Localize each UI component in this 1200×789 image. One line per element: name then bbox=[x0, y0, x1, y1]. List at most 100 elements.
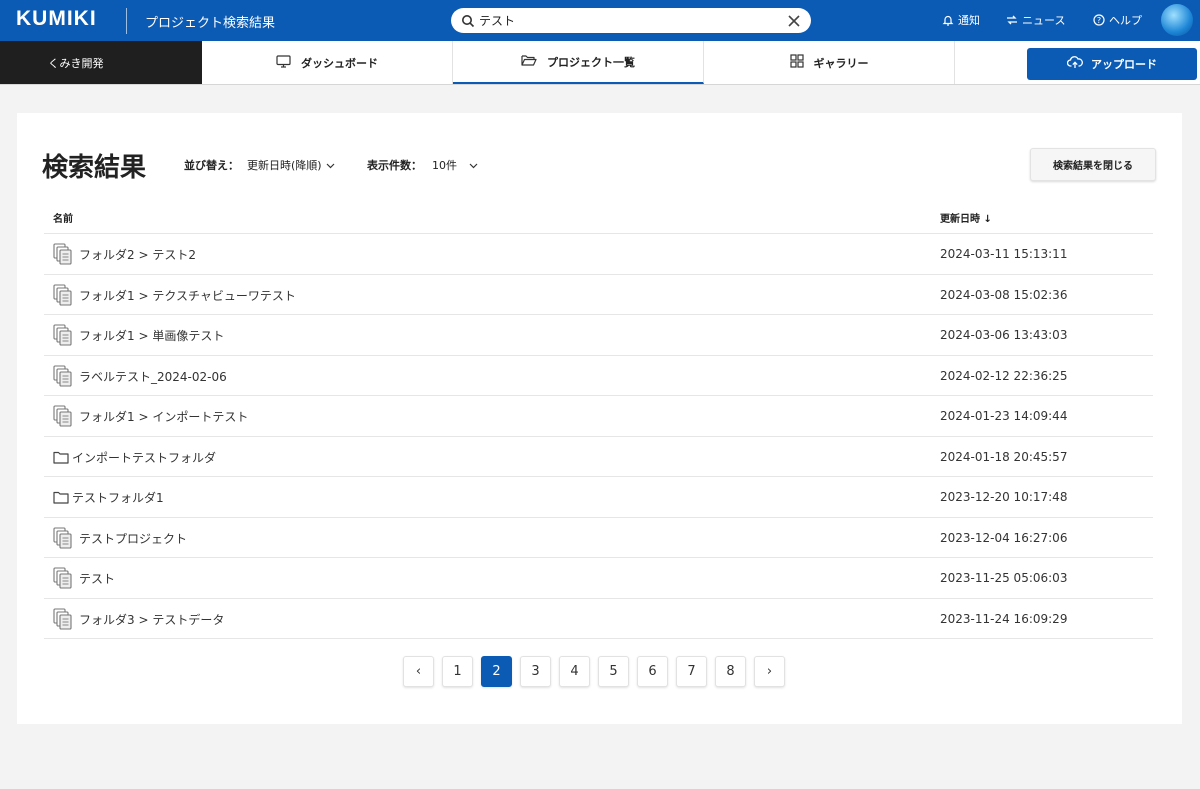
row-name[interactable]: フォルダ1 > 単画像テスト bbox=[79, 327, 224, 344]
table-row[interactable]: フォルダ3 > テストデータ 2023-11-24 16:09:29 bbox=[44, 599, 1153, 639]
row-updated-date: 2024-03-06 13:43:03 bbox=[940, 328, 1068, 342]
search-icon bbox=[461, 13, 475, 32]
search-input[interactable] bbox=[479, 11, 779, 30]
project-icon bbox=[53, 364, 73, 390]
table-row[interactable]: フォルダ1 > テクスチャビューワテスト 2024-03-08 15:02:36 bbox=[44, 275, 1153, 315]
folder-icon bbox=[53, 491, 69, 507]
table-row[interactable]: インポートテストフォルダ 2024-01-18 20:45:57 bbox=[44, 437, 1153, 477]
page-button[interactable]: 8 bbox=[715, 656, 746, 687]
row-name[interactable]: インポートテストフォルダ bbox=[72, 449, 216, 466]
row-updated-date: 2023-11-24 16:09:29 bbox=[940, 611, 1068, 626]
tab-project-list[interactable]: プロジェクト一覧 bbox=[453, 41, 704, 84]
row-updated-date: 2024-03-11 15:13:11 bbox=[940, 247, 1068, 261]
table-row[interactable]: フォルダ1 > インポートテスト 2024-01-23 14:09:44 bbox=[44, 396, 1153, 437]
help-icon: ? bbox=[1093, 14, 1105, 26]
project-icon bbox=[53, 405, 73, 430]
row-name[interactable]: テスト bbox=[79, 570, 115, 587]
svg-text:?: ? bbox=[1097, 16, 1101, 25]
bell-icon bbox=[942, 14, 954, 26]
prev-page-button[interactable]: ‹ bbox=[403, 656, 434, 687]
project-icon bbox=[53, 607, 73, 633]
tab-project-list-label: プロジェクト一覧 bbox=[547, 55, 635, 69]
top-header: KUMIKI プロジェクト検索結果 通知 ニュース ? ヘルプ bbox=[0, 0, 1200, 41]
tab-gallery[interactable]: ギャラリー bbox=[704, 41, 955, 84]
row-name[interactable]: フォルダ1 > テクスチャビューワテスト bbox=[79, 287, 296, 304]
page-button[interactable]: 1 bbox=[442, 656, 473, 687]
row-updated-date: 2024-01-18 20:45:57 bbox=[940, 449, 1068, 464]
project-icon bbox=[53, 324, 73, 349]
chevron-down-icon bbox=[469, 159, 478, 172]
project-icon bbox=[53, 243, 73, 268]
tab-dashboard[interactable]: ダッシュボード bbox=[202, 41, 453, 84]
notifications-link[interactable]: 通知 bbox=[942, 12, 980, 28]
cloud-upload-icon bbox=[1066, 56, 1083, 72]
clear-search-icon[interactable] bbox=[787, 13, 801, 32]
count-dropdown[interactable]: 表示件数： 10件 bbox=[367, 157, 478, 173]
news-link[interactable]: ニュース bbox=[1006, 12, 1065, 28]
notifications-label: 通知 bbox=[958, 14, 980, 27]
help-label: ヘルプ bbox=[1109, 14, 1142, 27]
row-updated-date: 2024-02-12 22:36:25 bbox=[940, 368, 1068, 383]
tab-gallery-label: ギャラリー bbox=[813, 56, 869, 70]
org-name[interactable]: くみき開発 bbox=[0, 41, 202, 84]
folder-open-icon bbox=[521, 54, 537, 70]
table-row[interactable]: ラベルテスト_2024-02-06 2024-02-12 22:36:25 bbox=[44, 356, 1153, 396]
count-label: 表示件数： bbox=[367, 159, 422, 172]
page-numbers: 12345678 bbox=[442, 656, 746, 687]
project-icon bbox=[53, 567, 73, 592]
row-name[interactable]: テストフォルダ1 bbox=[72, 489, 164, 506]
page-button[interactable]: 5 bbox=[598, 656, 629, 687]
table-body: フォルダ2 > テスト2 2024-03-11 15:13:11 フォルダ1 > テ… bbox=[44, 234, 1153, 639]
app-logo[interactable]: KUMIKI bbox=[16, 7, 97, 31]
upload-label: アップロード bbox=[1091, 58, 1157, 71]
search-box bbox=[451, 8, 811, 33]
next-page-button[interactable]: › bbox=[754, 656, 785, 687]
page-button[interactable]: 2 bbox=[481, 656, 512, 687]
project-icon bbox=[53, 283, 73, 309]
chevron-down-icon bbox=[326, 159, 335, 172]
page-button[interactable]: 6 bbox=[637, 656, 668, 687]
sort-value: 更新日時(降順) bbox=[247, 159, 322, 172]
row-updated-date: 2023-12-04 16:27:06 bbox=[940, 530, 1068, 545]
row-name[interactable]: フォルダ2 > テスト2 bbox=[79, 246, 196, 263]
table-row[interactable]: テストプロジェクト 2023-12-04 16:27:06 bbox=[44, 518, 1153, 558]
row-updated-date: 2024-03-08 15:02:36 bbox=[940, 287, 1068, 302]
grid-icon bbox=[789, 54, 804, 71]
pagination: ‹ 12345678 › bbox=[403, 656, 785, 687]
row-name[interactable]: テストプロジェクト bbox=[79, 530, 187, 547]
column-updated[interactable]: 更新日時 ↓ bbox=[940, 210, 992, 225]
row-name[interactable]: フォルダ1 > インポートテスト bbox=[79, 408, 248, 425]
row-name[interactable]: ラベルテスト_2024-02-06 bbox=[79, 368, 227, 385]
monitor-icon bbox=[276, 54, 291, 71]
results-table: 名前 更新日時 ↓ フォルダ2 > テスト2 2024-03-11 15:13:1… bbox=[44, 200, 1153, 639]
column-name[interactable]: 名前 bbox=[53, 210, 73, 225]
row-updated-date: 2023-12-20 10:17:48 bbox=[940, 490, 1068, 504]
sort-label: 並び替え： bbox=[184, 159, 239, 172]
folder-icon bbox=[53, 451, 69, 467]
count-value: 10件 bbox=[432, 159, 457, 172]
table-row[interactable]: テスト 2023-11-25 05:06:03 bbox=[44, 558, 1153, 599]
search-results-card: 検索結果 並び替え： 更新日時(降順) 表示件数： 10件 検索結果を閉じる 名… bbox=[17, 113, 1182, 724]
row-updated-date: 2024-01-23 14:09:44 bbox=[940, 409, 1068, 423]
row-updated-date: 2023-11-25 05:06:03 bbox=[940, 571, 1068, 585]
sort-dropdown[interactable]: 並び替え： 更新日時(降順) bbox=[184, 157, 335, 173]
page-button[interactable]: 3 bbox=[520, 656, 551, 687]
upload-button[interactable]: アップロード bbox=[1027, 48, 1197, 80]
page-title: プロジェクト検索結果 bbox=[145, 16, 276, 31]
help-link[interactable]: ? ヘルプ bbox=[1093, 12, 1142, 28]
table-row[interactable]: フォルダ2 > テスト2 2024-03-11 15:13:11 bbox=[44, 234, 1153, 275]
table-row[interactable]: テストフォルダ1 2023-12-20 10:17:48 bbox=[44, 477, 1153, 518]
tab-dashboard-label: ダッシュボード bbox=[301, 56, 378, 70]
table-header: 名前 更新日時 ↓ bbox=[44, 200, 1153, 234]
news-icon bbox=[1006, 14, 1018, 26]
news-label: ニュース bbox=[1022, 14, 1066, 27]
project-icon bbox=[53, 526, 73, 552]
page-button[interactable]: 7 bbox=[676, 656, 707, 687]
table-row[interactable]: フォルダ1 > 単画像テスト 2024-03-06 13:43:03 bbox=[44, 315, 1153, 356]
close-results-button[interactable]: 検索結果を閉じる bbox=[1030, 148, 1156, 181]
row-name[interactable]: フォルダ3 > テストデータ bbox=[79, 611, 224, 628]
user-avatar[interactable] bbox=[1161, 4, 1193, 36]
logo-divider bbox=[126, 8, 127, 34]
page-button[interactable]: 4 bbox=[559, 656, 590, 687]
results-heading: 検索結果 bbox=[42, 153, 147, 183]
